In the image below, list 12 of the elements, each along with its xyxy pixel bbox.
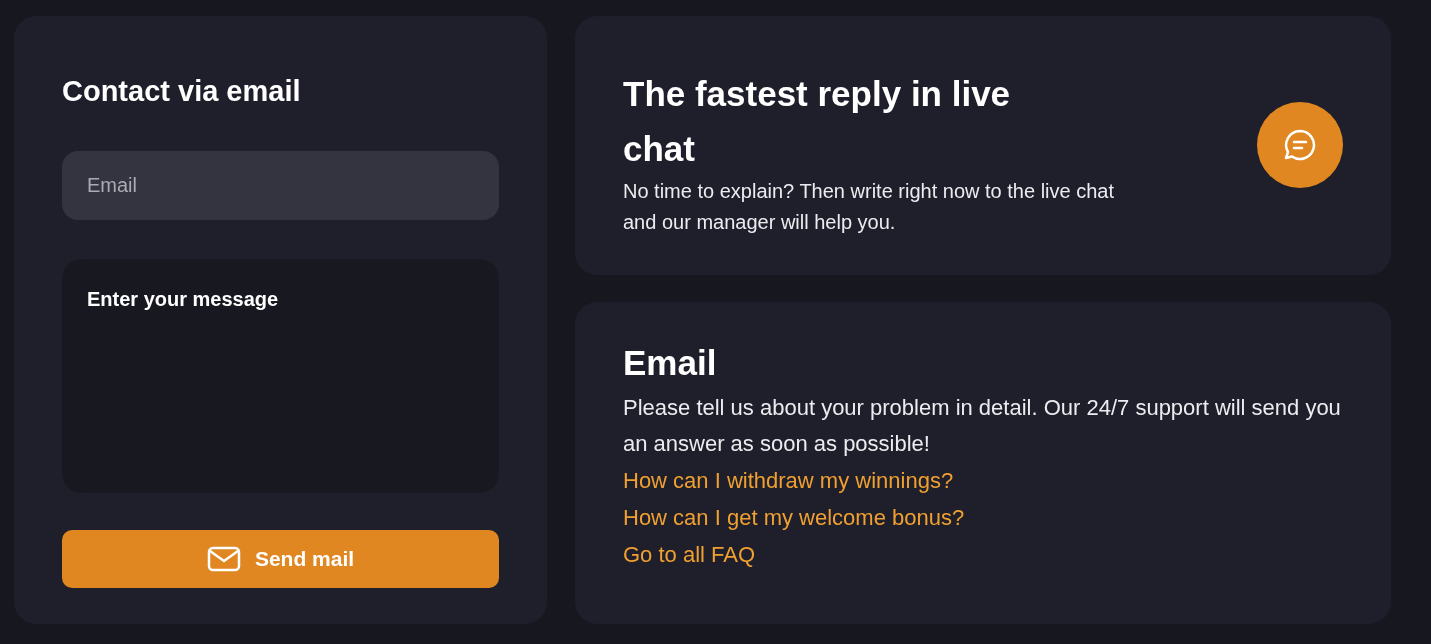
message-field[interactable]: Enter your message <box>62 259 499 493</box>
envelope-icon <box>206 545 241 572</box>
faq-link[interactable]: Go to all FAQ <box>623 536 756 573</box>
chat-bubble-icon <box>1283 128 1317 162</box>
card-text: No time to explain? Then write right now to the live chat and our manager will help you. <box>623 179 1115 235</box>
card-title: Email <box>623 342 718 384</box>
card-title: The fastest reply in live chat <box>623 73 1012 170</box>
faq-link[interactable]: How can I withdraw my winnings? <box>623 462 954 499</box>
card-title: Contact via email <box>62 74 302 109</box>
email-field[interactable]: Email <box>62 150 499 221</box>
faq-link[interactable]: How can I get my welcome bonus? <box>623 499 965 536</box>
card-text: Please tell us about your problem in detail. Our 24/7 support will send you an answer as soon as possible! <box>623 394 1342 458</box>
